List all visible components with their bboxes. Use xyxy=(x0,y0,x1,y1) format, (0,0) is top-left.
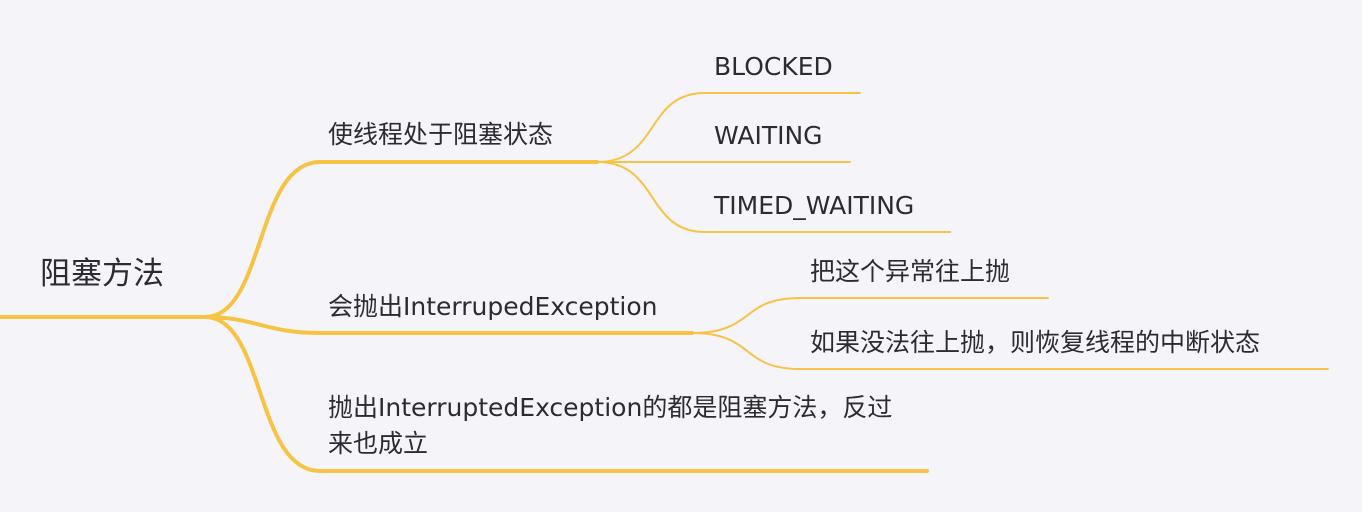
topic-blocked[interactable]: BLOCKED xyxy=(714,54,833,79)
topic-waiting[interactable]: WAITING xyxy=(714,123,823,148)
topic-timed-waiting[interactable]: TIMED_WAITING xyxy=(714,193,914,218)
root-topic[interactable]: 阻塞方法 xyxy=(40,259,164,290)
branch-blocking-state[interactable]: 使线程处于阻塞状态 xyxy=(328,122,553,147)
topic-restore-interrupt[interactable]: 如果没法往上抛，则恢复线程的中断状态 xyxy=(810,330,1260,355)
branch-converse-statement[interactable]: 抛出InterruptedException的都是阻塞方法，反过来也成立 xyxy=(328,390,913,462)
topic-rethrow[interactable]: 把这个异常往上抛 xyxy=(810,259,1010,284)
branch-throws-exception[interactable]: 会抛出InterrupedException xyxy=(328,294,658,319)
